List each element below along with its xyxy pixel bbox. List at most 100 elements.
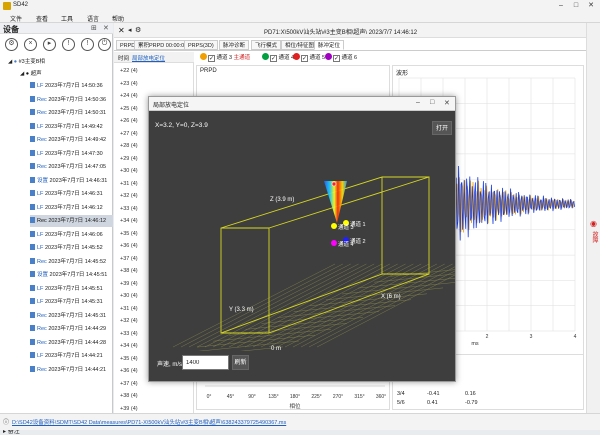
pulse-row[interactable]: +27 (4) (120, 131, 138, 137)
dialog-minimize-icon[interactable]: – (416, 99, 420, 106)
pulse-row[interactable]: +31 (4) (120, 181, 138, 187)
settings-icon[interactable]: ⚙ (135, 26, 141, 34)
menu-view[interactable]: 查看 (36, 14, 48, 23)
file-icon (30, 284, 35, 291)
play-tool-icon[interactable]: ▸ (43, 38, 56, 51)
pulse-row[interactable]: +37 (4) (120, 381, 138, 387)
record-item[interactable]: LF 2023年7月7日 14:49:42 (30, 121, 113, 133)
pulse-row[interactable]: +34 (4) (120, 343, 138, 349)
record-item[interactable]: LF 2023年7月7日 14:46:31 (30, 188, 113, 200)
pulse-row[interactable]: +38 (4) (120, 393, 138, 399)
record-item[interactable]: Rec 2023年7月7日 14:44:28 (30, 337, 113, 349)
pulse-row[interactable]: +23 (4) (120, 81, 138, 87)
record-item[interactable]: LF 2023年7月7日 14:46:06 (30, 229, 113, 241)
record-item[interactable]: Rec 2023年7月7日 14:44:29 (30, 323, 113, 335)
record-item[interactable]: Rec 2023年7月7日 14:50:31 (30, 107, 113, 119)
maximize-icon[interactable]: □ (571, 1, 581, 11)
pulse-row[interactable]: +36 (4) (120, 368, 138, 374)
channel-toggle[interactable]: ✓ 通道 6 (324, 53, 357, 62)
record-item[interactable]: Rec 2023年7月7日 14:50:36 (30, 94, 113, 106)
pulse-row[interactable]: +32 (4) (120, 193, 138, 199)
pulse-row[interactable]: +33 (4) (120, 331, 138, 337)
pulse-row[interactable]: +26 (4) (120, 118, 138, 124)
pulse-row[interactable]: +35 (4) (120, 356, 138, 362)
channel-toggle[interactable]: ✓ 通道 4 (261, 53, 294, 62)
locate-link[interactable]: 局部放电定位 (132, 54, 165, 62)
menu-file[interactable]: 文件 (10, 14, 22, 23)
info-icon: ⓘ (3, 420, 10, 426)
view-tab[interactable]: 累积PRPD 00:00:04 (134, 40, 192, 50)
pulse-row[interactable]: +34 (4) (120, 218, 138, 224)
menu-language[interactable]: 语言 (87, 14, 99, 23)
pulse-row[interactable]: +32 (4) (120, 318, 138, 324)
stop-tool-icon[interactable]: × (24, 38, 37, 51)
record-item[interactable]: Rec 2023年7月7日 14:44:21 (30, 364, 113, 376)
file-icon (30, 149, 35, 156)
checkbox-icon: ✓ (270, 55, 277, 62)
pulse-row[interactable]: +28 (4) (120, 143, 138, 149)
sound-speed-input[interactable] (182, 355, 229, 370)
view-tab[interactable]: PRPS(3D) (184, 40, 218, 50)
panel-close-icon[interactable]: ✕ (103, 24, 109, 32)
pulse-row[interactable]: +38 (4) (120, 268, 138, 274)
tree-node-group[interactable]: ◢ ● 超声 (20, 68, 42, 80)
dialog-close-icon[interactable]: ✕ (444, 99, 450, 107)
file-icon (30, 203, 35, 210)
record-item[interactable]: Rec 2023年7月7日 14:46:12 (30, 215, 113, 227)
axis-z-label: Z (3.9 m) (270, 197, 294, 203)
pulse-row[interactable]: +22 (4) (120, 68, 138, 74)
refresh-button[interactable]: 刷新 (232, 355, 249, 370)
file-path-link[interactable]: D:\SD42设备资料\SDMT\SD42 Data\measures\PD71… (12, 418, 286, 426)
channel-toggle[interactable]: ✓ 通道 5 (292, 53, 325, 62)
tree-node-root[interactable]: ◢ ● #3主变B相 (8, 56, 45, 68)
arrow-left-icon[interactable]: ◂ (128, 26, 132, 34)
pulse-row[interactable]: +29 (4) (120, 156, 138, 162)
record-item[interactable]: LF 2023年7月7日 14:45:31 (30, 296, 113, 308)
info-tool-icon[interactable]: ! (62, 38, 75, 51)
settings-tool-icon[interactable]: ⚙ (5, 38, 18, 51)
minimize-icon[interactable]: – (556, 1, 566, 11)
pulse-row[interactable]: +36 (4) (120, 243, 138, 249)
view-tab[interactable]: 脉冲诊断 (219, 40, 250, 50)
checkbox-icon: ✓ (333, 55, 340, 62)
pulse-row[interactable]: +30 (4) (120, 168, 138, 174)
warning-tool-icon[interactable]: ! (81, 38, 94, 51)
pulse-row[interactable]: +35 (4) (120, 231, 138, 237)
prpd-tick-label: 0° (207, 394, 212, 400)
pulse-row[interactable]: +25 (4) (120, 106, 138, 112)
record-item[interactable]: LF 2023年7月7日 14:47:30 (30, 148, 113, 160)
record-item[interactable]: Rec 2023年7月7日 14:45:52 (30, 256, 113, 268)
pulse-row[interactable]: +31 (4) (120, 306, 138, 312)
record-item[interactable]: LF 2023年7月7日 14:50:36 (30, 80, 113, 92)
power-tool-icon[interactable]: ⏻ (98, 38, 111, 51)
menu-help[interactable]: 帮助 (112, 14, 124, 23)
record-item[interactable]: LF 2023年7月7日 14:45:52 (30, 242, 113, 254)
dialog-maximize-icon[interactable]: □ (430, 99, 434, 106)
view-tab[interactable]: 飞行模式 (251, 40, 282, 50)
record-item[interactable]: LF 2023年7月7日 14:44:21 (30, 350, 113, 362)
view-tab[interactable]: 脉冲定位 (314, 40, 345, 50)
pulse-row[interactable]: +37 (4) (120, 256, 138, 262)
pulse-row[interactable]: +39 (4) (120, 281, 138, 287)
pin-icon[interactable]: ⊞ (91, 24, 97, 32)
alarm-icon[interactable]: ◉ (590, 219, 597, 228)
record-item[interactable]: LF 2023年7月7日 14:45:51 (30, 283, 113, 295)
close-file-icon[interactable]: ✕ (118, 26, 125, 35)
pulse-row[interactable]: +39 (4) (120, 406, 138, 412)
waveform-tick-label: 3 (530, 334, 533, 340)
menu-tools[interactable]: 工具 (61, 14, 73, 23)
file-icon (30, 311, 35, 318)
record-item[interactable]: 设置 2023年7月7日 14:46:31 (30, 175, 113, 187)
open-button[interactable]: 打开 (432, 121, 452, 135)
pulse-row[interactable]: +33 (4) (120, 206, 138, 212)
3d-location-view[interactable]: 通道 1 通道 2 通道 3 通道 4 Z (3.9 m) Y (3.3 m) … (149, 137, 455, 351)
pulse-row[interactable]: +30 (4) (120, 293, 138, 299)
record-item[interactable]: Rec 2023年7月7日 14:45:31 (30, 310, 113, 322)
channel-toggle[interactable]: ✓ 通道 3 主通道 (199, 53, 250, 62)
record-item[interactable]: 设置 2023年7月7日 14:45:51 (30, 269, 113, 281)
record-item[interactable]: Rec 2023年7月7日 14:49:42 (30, 134, 113, 146)
record-item[interactable]: Rec 2023年7月7日 14:47:05 (30, 161, 113, 173)
record-item[interactable]: LF 2023年7月7日 14:46:12 (30, 202, 113, 214)
pulse-row[interactable]: +24 (4) (120, 93, 138, 99)
close-icon[interactable]: ✕ (586, 1, 596, 11)
